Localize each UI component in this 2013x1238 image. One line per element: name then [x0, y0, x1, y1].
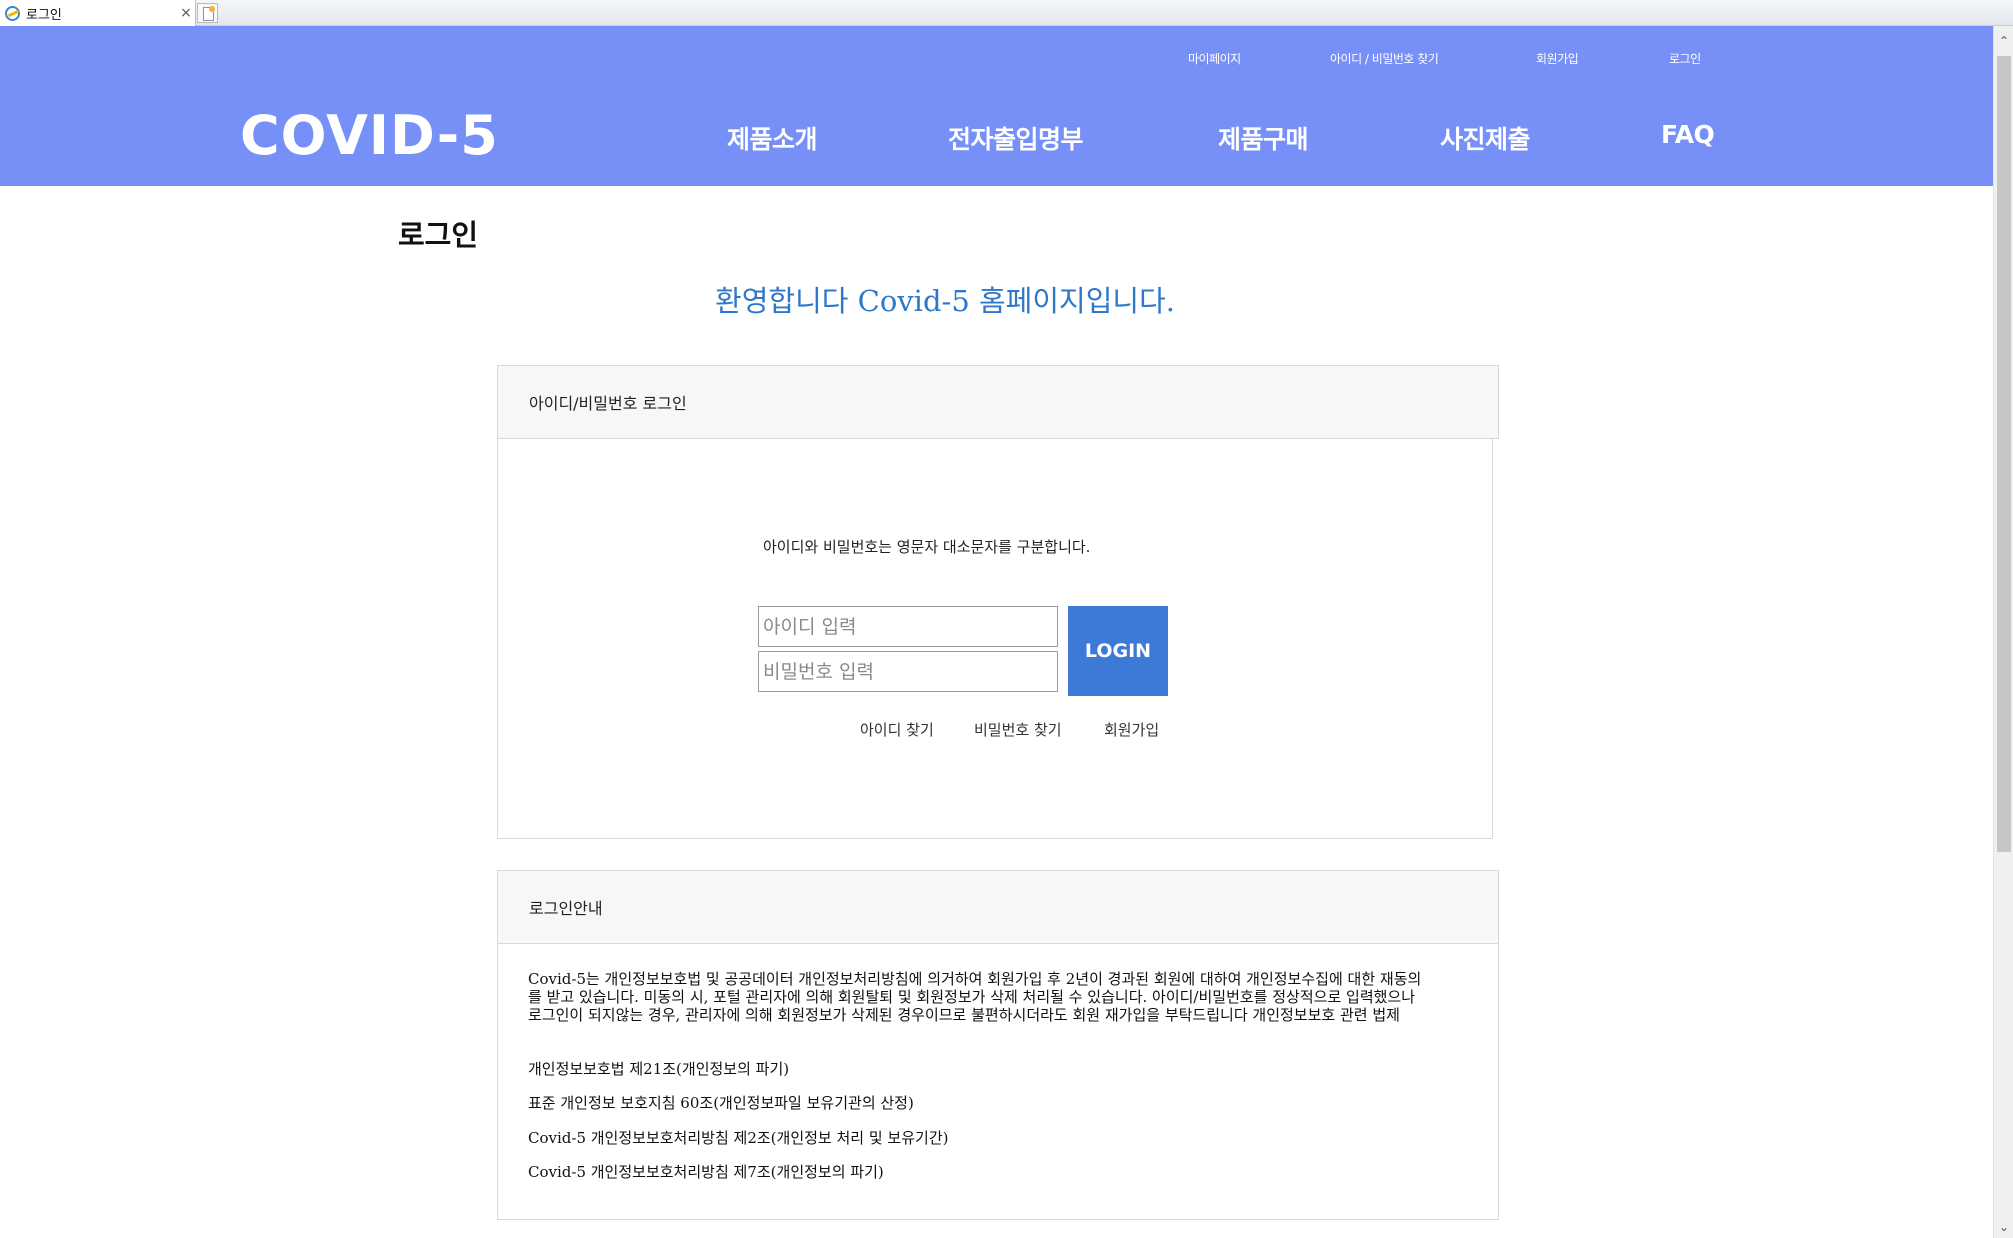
browser-tab-strip: 로그인 ×	[0, 0, 2013, 26]
guide-law-item: 표준 개인정보 보호지침 60조(개인정보파일 보유기관의 산정)	[528, 1094, 914, 1112]
case-sensitive-notice: 아이디와 비밀번호는 영문자 대소문자를 구분합니다.	[763, 538, 1091, 556]
util-link-mypage[interactable]: 마이페이지	[1188, 50, 1241, 67]
new-tab-icon[interactable]	[197, 3, 218, 23]
login-panel-heading: 아이디/비밀번호 로그인	[529, 394, 687, 413]
page-title: 로그인	[398, 218, 479, 252]
find-password-link[interactable]: 비밀번호 찾기	[974, 719, 1062, 740]
vertical-scrollbar[interactable]: ⌃ ⌄	[1993, 26, 2013, 1238]
find-id-link[interactable]: 아이디 찾기	[860, 719, 934, 740]
browser-tab[interactable]: 로그인 ×	[0, 0, 196, 26]
login-panel-header: 아이디/비밀번호 로그인	[497, 365, 1499, 439]
guide-paragraph: Covid-5는 개인정보보호법 및 공공데이터 개인정보처리방침에 의거하여 …	[528, 970, 1422, 1024]
guide-law-item: Covid-5 개인정보보호처리방침 제7조(개인정보의 파기)	[528, 1163, 884, 1181]
nav-faq[interactable]: FAQ	[1661, 120, 1715, 149]
user-id-input[interactable]	[758, 606, 1058, 647]
util-link-signup[interactable]: 회원가입	[1536, 50, 1579, 67]
login-button[interactable]: LOGIN	[1068, 606, 1168, 696]
nav-electronic-visitor-log[interactable]: 전자출입명부	[948, 120, 1084, 156]
util-link-login[interactable]: 로그인	[1669, 50, 1701, 67]
password-input[interactable]	[758, 651, 1058, 692]
scrollbar-thumb[interactable]	[1997, 56, 2011, 852]
util-link-find-id-pw[interactable]: 아이디 / 비밀번호 찾기	[1330, 50, 1439, 67]
guide-law-item: Covid-5 개인정보보호처리방침 제2조(개인정보 처리 및 보유기간)	[528, 1129, 949, 1147]
welcome-message: 환영합니다 Covid-5 홈페이지입니다.	[715, 284, 1175, 318]
guide-panel-heading: 로그인안내	[529, 899, 603, 918]
internet-explorer-icon	[5, 5, 20, 21]
guide-panel-header: 로그인안내	[497, 870, 1499, 944]
site-logo[interactable]: COVID-5	[240, 104, 499, 167]
utility-nav: 마이페이지 아이디 / 비밀번호 찾기 회원가입 로그인	[0, 50, 1993, 72]
site-header: 마이페이지 아이디 / 비밀번호 찾기 회원가입 로그인 COVID-5 제품소…	[0, 26, 1993, 186]
scroll-up-icon[interactable]: ⌃	[1999, 34, 2009, 48]
scroll-down-icon[interactable]: ⌄	[1999, 1220, 2009, 1234]
signup-link[interactable]: 회원가입	[1104, 719, 1159, 740]
nav-product-purchase[interactable]: 제품구매	[1218, 120, 1309, 156]
guide-law-item: 개인정보보호법 제21조(개인정보의 파기)	[528, 1060, 790, 1078]
nav-photo-submit[interactable]: 사진제출	[1440, 120, 1531, 156]
nav-product-intro[interactable]: 제품소개	[727, 120, 818, 156]
browser-tab-title: 로그인	[26, 7, 62, 23]
close-tab-icon[interactable]: ×	[177, 5, 195, 21]
